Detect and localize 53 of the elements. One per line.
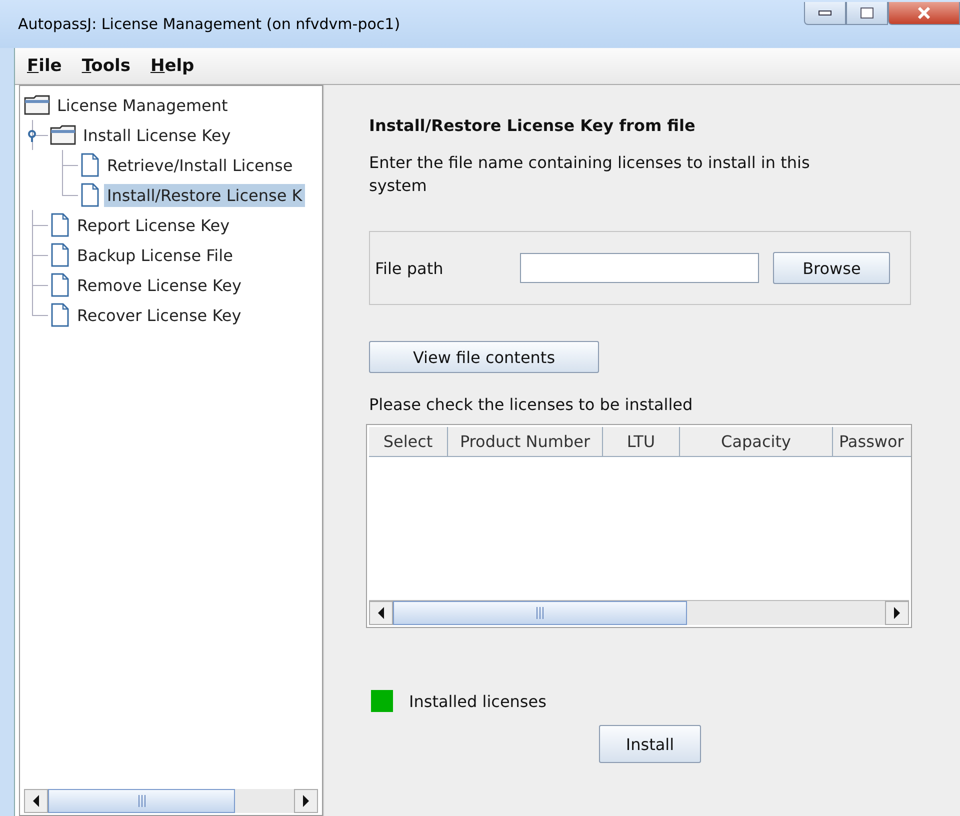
document-icon — [50, 243, 70, 267]
description-text: Enter the file name containing licenses to install in this system — [369, 152, 811, 197]
minimize-icon — [818, 10, 832, 16]
scroll-left-button[interactable] — [369, 601, 393, 625]
document-icon — [80, 183, 100, 207]
minimize-button[interactable] — [804, 2, 846, 25]
column-header[interactable]: Passwor — [833, 427, 911, 457]
browse-button[interactable]: Browse — [773, 252, 890, 284]
install-button[interactable]: Install — [599, 725, 701, 763]
tree-item[interactable]: Backup License File — [74, 244, 236, 266]
column-header[interactable]: Product Number — [448, 427, 603, 457]
tree-item[interactable]: License Management — [54, 94, 231, 116]
document-icon — [50, 213, 70, 237]
column-header[interactable]: LTU — [603, 427, 680, 457]
left-arrow-icon — [377, 607, 385, 619]
grip-icon — [138, 795, 146, 807]
column-header[interactable]: Capacity — [680, 427, 833, 457]
field-label: File path — [375, 258, 444, 278]
menu-item[interactable]: Tools — [82, 56, 130, 76]
close-button[interactable] — [888, 2, 960, 25]
legend-label: Installed licenses — [409, 692, 546, 710]
scroll-left-button[interactable] — [24, 789, 48, 813]
folder-icon — [50, 125, 76, 145]
grip-icon — [536, 607, 544, 619]
tree-item[interactable]: Install/Restore License K — [104, 184, 306, 206]
menu-item[interactable]: Help — [150, 56, 194, 76]
section-heading: Install/Restore License Key from file — [369, 116, 696, 135]
scroll-right-button[interactable] — [294, 789, 318, 813]
document-icon — [50, 273, 70, 297]
document-icon — [50, 303, 70, 327]
close-icon — [917, 7, 931, 19]
folder-icon — [24, 95, 50, 115]
maximize-icon — [860, 7, 874, 19]
tree-item[interactable]: Recover License Key — [74, 304, 244, 326]
document-icon — [80, 153, 100, 177]
scrollbar-thumb[interactable] — [48, 789, 235, 813]
table-caption: Please check the licenses to be installed — [369, 395, 693, 414]
left-arrow-icon — [32, 795, 40, 807]
scroll-right-button[interactable] — [885, 601, 909, 625]
window-title: AutopassJ: License Management (on nfvdvm-poc1) — [18, 15, 400, 33]
menu-item[interactable]: File — [27, 56, 62, 76]
tree-item[interactable]: Install License Key — [80, 124, 234, 146]
tree-item[interactable]: Remove License Key — [74, 274, 244, 296]
maximize-button[interactable] — [846, 2, 888, 25]
view-file-contents-button[interactable]: View file contents — [369, 341, 599, 373]
tree-item[interactable]: Report License Key — [74, 214, 233, 236]
tree-item[interactable]: Retrieve/Install License — [104, 154, 296, 176]
column-header[interactable]: Select — [369, 427, 448, 457]
right-arrow-icon — [893, 607, 901, 619]
scrollbar-thumb[interactable] — [393, 601, 687, 625]
expand-handle-icon[interactable] — [28, 130, 36, 142]
file-path-field[interactable] — [520, 253, 760, 283]
right-arrow-icon — [302, 795, 310, 807]
